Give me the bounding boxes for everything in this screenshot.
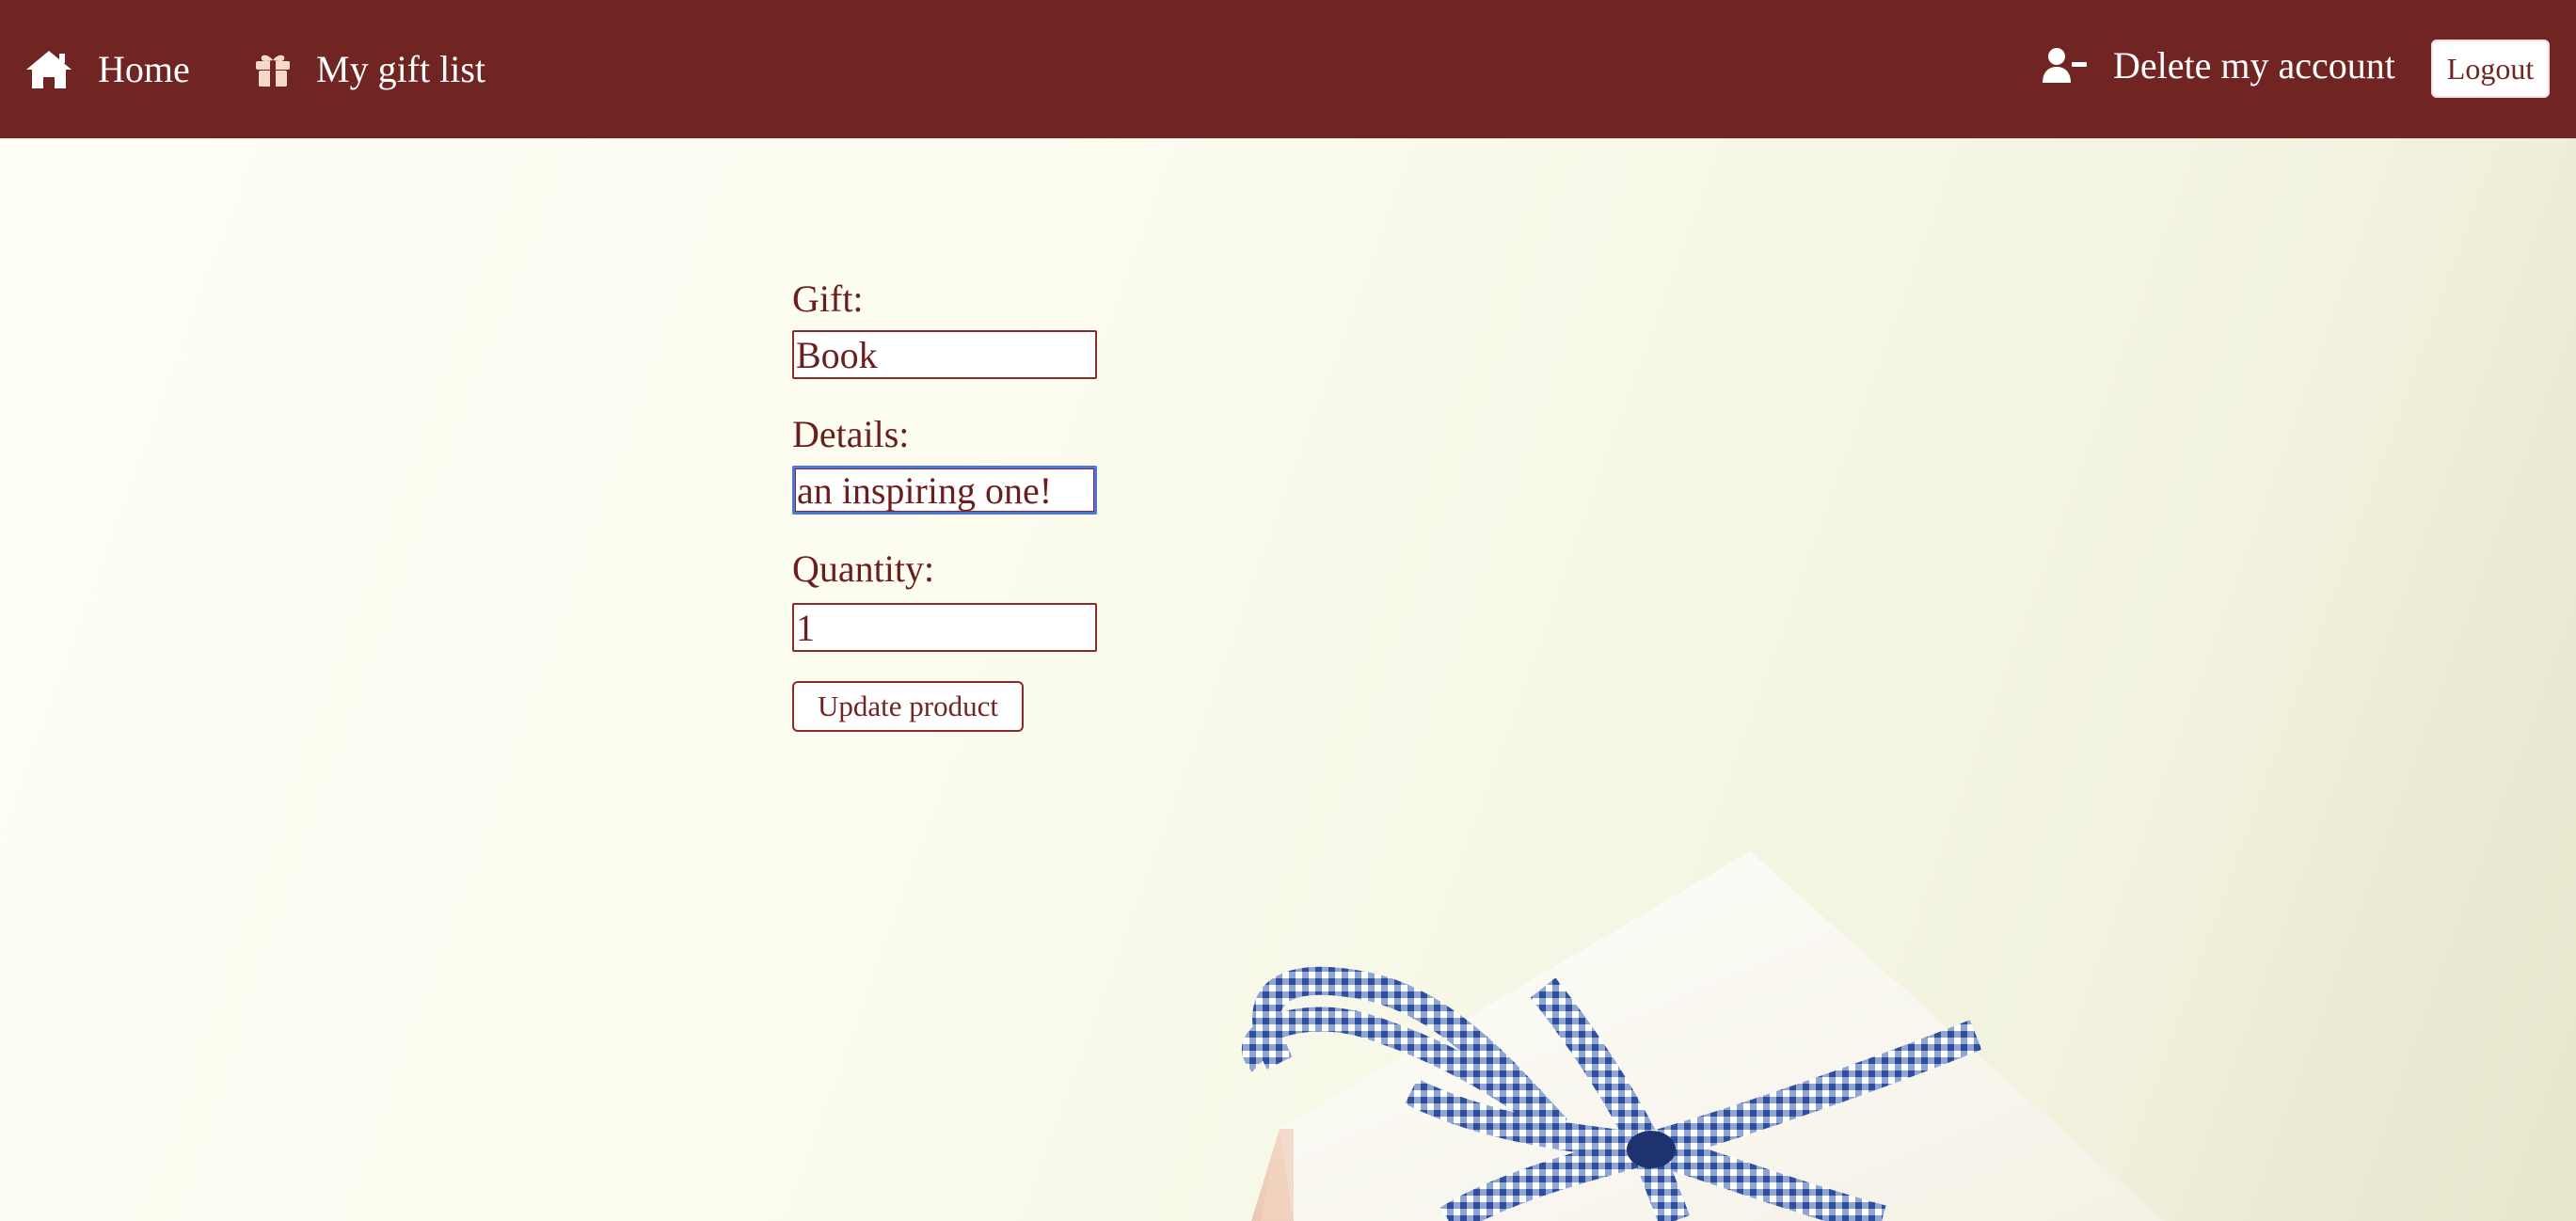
logout-button[interactable]: Logout bbox=[2431, 40, 2550, 98]
gift-input[interactable] bbox=[792, 330, 1097, 379]
update-product-button[interactable]: Update product bbox=[792, 681, 1024, 732]
quantity-input[interactable] bbox=[792, 603, 1097, 652]
top-navbar: Home My gift list Delete my account Logo… bbox=[0, 0, 2576, 138]
gift-icon bbox=[254, 51, 292, 88]
delete-account-link[interactable]: Delete my account bbox=[2042, 0, 2395, 135]
nav-gift-list-label: My gift list bbox=[316, 48, 486, 90]
details-input[interactable] bbox=[792, 466, 1097, 515]
quantity-label: Quantity: bbox=[792, 547, 935, 590]
details-label: Details: bbox=[792, 413, 910, 455]
nav-home-label: Home bbox=[98, 48, 190, 90]
home-icon bbox=[24, 49, 73, 90]
nav-home-link[interactable]: Home bbox=[24, 0, 190, 138]
delete-account-label: Delete my account bbox=[2113, 44, 2395, 87]
gift-box-illustration bbox=[1242, 851, 2164, 1221]
gift-label: Gift: bbox=[792, 278, 864, 320]
user-minus-icon bbox=[2042, 47, 2089, 85]
nav-gift-list-link[interactable]: My gift list bbox=[254, 0, 485, 138]
